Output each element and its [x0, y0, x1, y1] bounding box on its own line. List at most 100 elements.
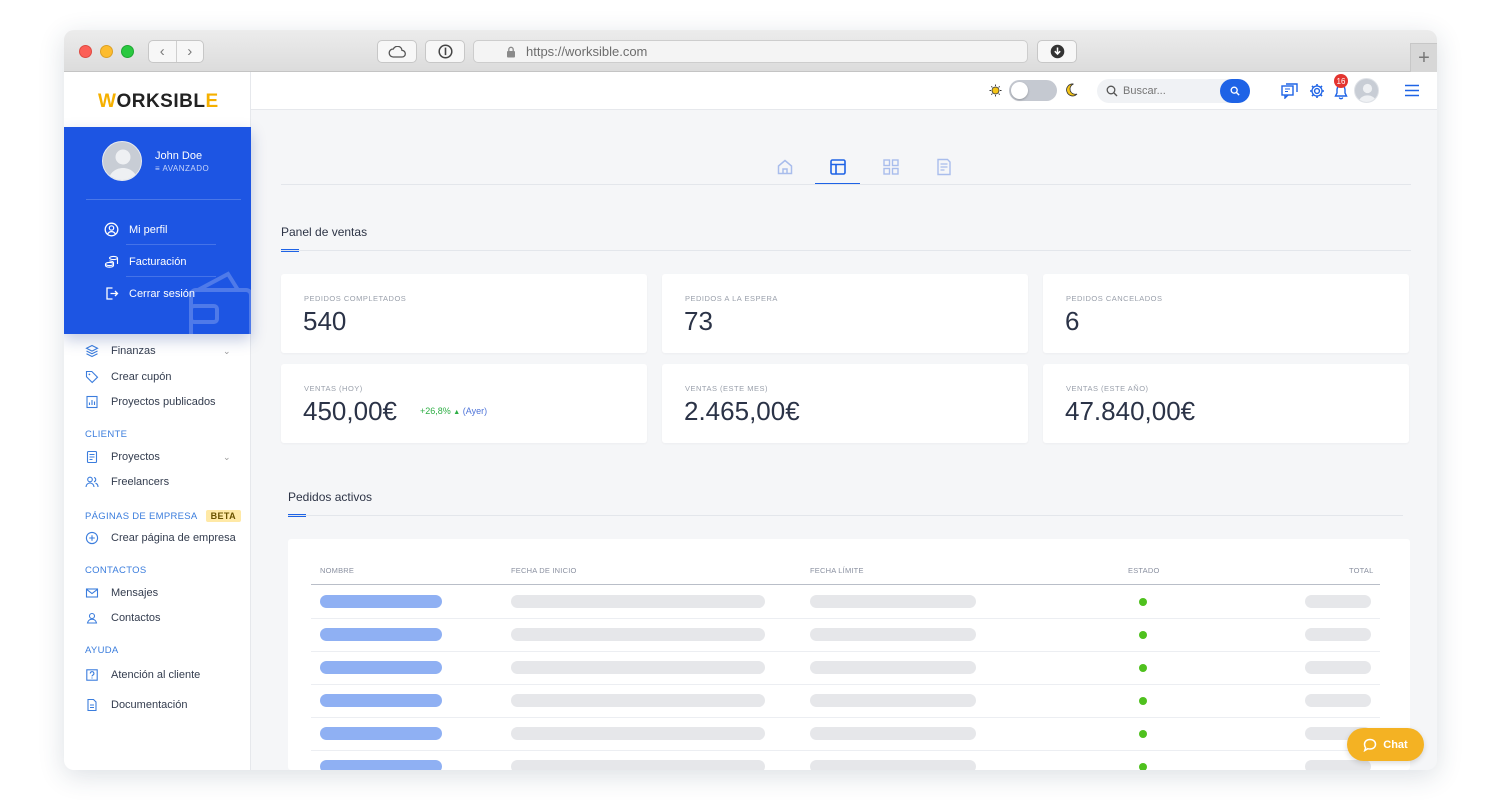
tab-dashboard[interactable]: [811, 150, 864, 185]
deadline-placeholder: [810, 628, 976, 641]
sidebar-item-label: Proyectos publicados: [111, 396, 216, 408]
profile-avatar: [102, 141, 142, 181]
lock-icon: [507, 46, 515, 58]
profile-role: ≡ AVANZADO: [155, 164, 210, 173]
column-header-fecha-inicio[interactable]: FECHA DE INICIO: [511, 566, 577, 575]
column-header-estado[interactable]: ESTADO: [1128, 566, 1159, 575]
back-button[interactable]: ‹: [149, 41, 177, 62]
browser-window: ‹ › https://worksible.com + WORKSIBLE Fi…: [64, 30, 1437, 770]
deadline-placeholder: [810, 595, 976, 608]
sidebar-item-freelancers[interactable]: Freelancers: [85, 475, 169, 489]
table-row[interactable]: [311, 751, 1380, 770]
arrow-up-icon: ▲: [453, 409, 461, 416]
sidebar-item-proyectos[interactable]: Proyectos ⌄: [85, 450, 231, 464]
users-icon: [85, 476, 99, 488]
column-header-total[interactable]: TOTAL: [1349, 566, 1373, 575]
profile-item-cerrar-sesion[interactable]: Cerrar sesión: [104, 286, 195, 301]
name-placeholder: [320, 694, 442, 707]
status-dot: [1139, 730, 1147, 738]
sidebar-item-label: Proyectos: [111, 451, 160, 463]
table-row[interactable]: [311, 685, 1380, 718]
status-dot: [1139, 598, 1147, 606]
address-bar[interactable]: https://worksible.com: [473, 40, 1028, 63]
total-placeholder: [1305, 760, 1371, 770]
coins-icon: [104, 255, 119, 268]
sidebar-item-label: Atención al cliente: [111, 669, 201, 681]
view-tabs: [758, 150, 970, 185]
chevron-down-icon: ⌄: [223, 451, 231, 462]
info-button[interactable]: [425, 40, 465, 63]
gear-icon[interactable]: [1309, 83, 1325, 99]
forward-button[interactable]: ›: [177, 41, 204, 62]
status-dot: [1139, 697, 1147, 705]
stat-value: 450,00€: [303, 396, 397, 426]
chat-label: Chat: [1383, 738, 1408, 751]
panel-title: Panel de ventas: [281, 225, 368, 239]
maximize-window-button[interactable]: [121, 45, 134, 58]
table-row[interactable]: [311, 619, 1380, 652]
info-icon: [437, 44, 453, 59]
beta-badge: BETA: [205, 510, 242, 522]
deadline-placeholder: [810, 760, 976, 770]
name-placeholder: [320, 595, 442, 608]
column-header-fecha-limite[interactable]: FECHA LÍMITE: [810, 566, 864, 575]
total-placeholder: [1305, 628, 1371, 641]
url-text: https://worksible.com: [526, 44, 648, 59]
start-date-placeholder: [511, 760, 765, 770]
tag-icon: [85, 370, 99, 384]
name-placeholder: [320, 760, 442, 770]
tab-report[interactable]: [917, 150, 970, 184]
minimize-window-button[interactable]: [100, 45, 113, 58]
tab-grid[interactable]: [864, 150, 917, 184]
section-paginas-empresa-label: PÁGINAS DE EMPRESA: [85, 511, 198, 522]
chat-button[interactable]: Chat: [1347, 728, 1424, 761]
search-button[interactable]: [1220, 79, 1250, 103]
table-row[interactable]: [311, 652, 1380, 685]
sidebar-item-proyectos-publicados[interactable]: Proyectos publicados: [85, 395, 216, 409]
close-window-button[interactable]: [79, 45, 92, 58]
user-avatar[interactable]: [1354, 78, 1379, 103]
delta-percent: +26,8%: [420, 406, 451, 416]
profile-item-label: Mi perfil: [129, 223, 168, 236]
dashboard-layout-icon: [829, 159, 846, 175]
layers-icon: [85, 344, 99, 358]
name-placeholder: [320, 661, 442, 674]
stat-value: 47.840,00€: [1065, 396, 1196, 426]
sidebar-item-finanzas[interactable]: Finanzas ⌄: [85, 344, 231, 358]
sidebar-item-label: Contactos: [111, 612, 161, 624]
orders-title: Pedidos activos: [288, 490, 373, 504]
sidebar-item-contactos[interactable]: Contactos: [85, 611, 161, 625]
chat-bubbles-icon[interactable]: [1281, 83, 1298, 99]
column-header-nombre[interactable]: NOMBRE: [320, 566, 354, 575]
section-paginas-empresa: PÁGINAS DE EMPRESA BETA: [85, 510, 242, 522]
sidebar-item-atencion-cliente[interactable]: Atención al cliente: [85, 668, 200, 682]
search-icon: [1106, 85, 1118, 97]
start-date-placeholder: [511, 661, 765, 674]
sidebar-item-label: Freelancers: [111, 476, 170, 488]
sidebar-item-label: Mensajes: [111, 587, 159, 599]
orders-title-divider: [288, 515, 1403, 516]
wallet-watermark-icon: [189, 271, 251, 334]
profile-item-facturacion[interactable]: Facturación: [104, 254, 186, 269]
table-row[interactable]: [311, 718, 1380, 751]
theme-toggle[interactable]: [1009, 80, 1057, 101]
profile-item-mi-perfil[interactable]: Mi perfil: [104, 222, 168, 237]
app-logo[interactable]: WORKSIBLE: [98, 91, 219, 113]
sidebar-item-mensajes[interactable]: Mensajes: [85, 586, 158, 600]
new-tab-button[interactable]: +: [1410, 43, 1437, 72]
status-dot: [1139, 631, 1147, 639]
sidebar-item-crear-pagina-empresa[interactable]: Crear página de empresa: [85, 531, 236, 545]
stat-label: PEDIDOS COMPLETADOS: [304, 294, 407, 303]
cloud-button[interactable]: [377, 40, 417, 63]
search-input[interactable]: [1123, 83, 1213, 99]
sidebar-item-crear-cupon[interactable]: Crear cupón: [85, 370, 172, 384]
stat-card-cancelados: PEDIDOS CANCELADOS 6: [1043, 274, 1409, 353]
logo-e: E: [205, 91, 219, 112]
hamburger-menu-icon[interactable]: [1404, 84, 1420, 97]
status-dot: [1139, 763, 1147, 770]
moon-icon: [1066, 83, 1078, 97]
download-button[interactable]: [1037, 40, 1077, 63]
tab-home[interactable]: [758, 150, 811, 184]
sidebar-item-documentacion[interactable]: Documentación: [85, 698, 187, 712]
table-row[interactable]: [311, 586, 1380, 619]
